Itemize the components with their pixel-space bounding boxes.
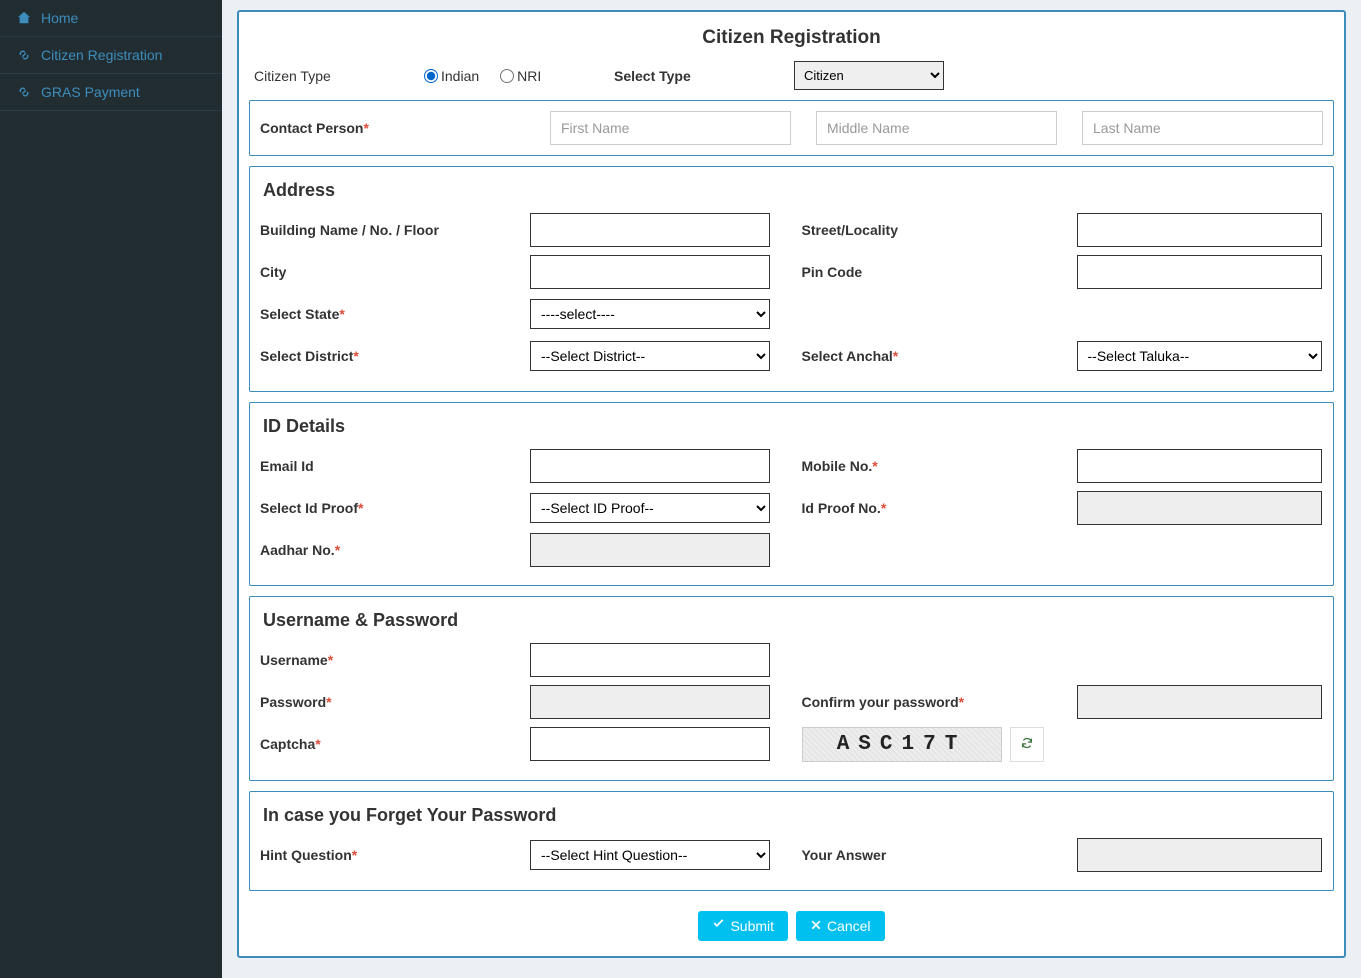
page-title: Citizen Registration xyxy=(249,22,1334,59)
hint-question-label: Hint Question* xyxy=(260,847,530,863)
mobile-label: Mobile No.* xyxy=(802,458,1077,474)
confirm-password-label: Confirm your password* xyxy=(802,694,1077,710)
username-password-section: Username & Password Username* Password* … xyxy=(249,596,1334,781)
forgot-password-title: In case you Forget Your Password xyxy=(260,802,1323,838)
id-details-section: ID Details Email Id Mobile No.* Select I… xyxy=(249,402,1334,586)
link-icon xyxy=(15,48,33,62)
registration-form: Citizen Registration Citizen Type Indian… xyxy=(237,10,1346,958)
district-select[interactable]: --Select District-- xyxy=(530,341,770,371)
password-input[interactable] xyxy=(530,685,770,719)
main-content: Citizen Registration Citizen Type Indian… xyxy=(222,0,1361,978)
email-input[interactable] xyxy=(530,449,770,483)
username-password-title: Username & Password xyxy=(260,607,1323,643)
email-label: Email Id xyxy=(260,458,530,474)
link-icon xyxy=(15,85,33,99)
id-proof-label: Select Id Proof* xyxy=(260,500,530,516)
id-proof-select[interactable]: --Select ID Proof-- xyxy=(530,493,770,523)
submit-button[interactable]: Submit xyxy=(698,911,788,941)
sidebar: Home Citizen Registration GRAS Payment xyxy=(0,0,222,978)
contact-section: Contact Person* xyxy=(249,100,1334,156)
radio-nri[interactable] xyxy=(500,69,514,83)
captcha-refresh-button[interactable] xyxy=(1010,727,1044,762)
first-name-input[interactable] xyxy=(550,111,791,145)
captcha-image: ASC17T xyxy=(802,727,1002,762)
middle-name-input[interactable] xyxy=(816,111,1057,145)
pin-input[interactable] xyxy=(1077,255,1322,289)
mobile-input[interactable] xyxy=(1077,449,1322,483)
refresh-icon xyxy=(1020,736,1034,753)
button-row: Submit Cancel xyxy=(249,901,1334,941)
select-type-label: Select Type xyxy=(614,68,794,84)
home-icon xyxy=(15,11,33,25)
contact-person-label: Contact Person* xyxy=(260,120,525,136)
captcha-label: Captcha* xyxy=(260,736,530,752)
username-input[interactable] xyxy=(530,643,770,677)
sidebar-item-label: Home xyxy=(41,10,207,26)
sidebar-item-label: Citizen Registration xyxy=(41,47,207,63)
radio-indian[interactable] xyxy=(424,69,438,83)
forgot-password-section: In case you Forget Your Password Hint Qu… xyxy=(249,791,1334,891)
sidebar-item-gras-payment[interactable]: GRAS Payment xyxy=(0,74,222,111)
citizen-type-row: Citizen Type Indian NRI Select Type Citi… xyxy=(249,59,1334,100)
district-label: Select District* xyxy=(260,348,530,364)
captcha-input[interactable] xyxy=(530,727,770,761)
aadhar-input xyxy=(530,533,770,567)
address-title: Address xyxy=(260,177,1323,213)
anchal-label: Select Anchal* xyxy=(802,348,1077,364)
check-icon xyxy=(712,918,725,934)
radio-indian-label[interactable]: Indian xyxy=(424,68,479,84)
sidebar-item-citizen-registration[interactable]: Citizen Registration xyxy=(0,37,222,74)
sidebar-item-home[interactable]: Home xyxy=(0,0,222,37)
aadhar-label: Aadhar No.* xyxy=(260,542,530,558)
building-input[interactable] xyxy=(530,213,770,247)
city-input[interactable] xyxy=(530,255,770,289)
anchal-select[interactable]: --Select Taluka-- xyxy=(1077,341,1322,371)
your-answer-label: Your Answer xyxy=(802,847,1077,863)
state-label: Select State* xyxy=(260,306,530,322)
id-proof-no-input xyxy=(1077,491,1322,525)
id-proof-no-label: Id Proof No.* xyxy=(802,500,1077,516)
cancel-button[interactable]: Cancel xyxy=(796,911,885,941)
last-name-input[interactable] xyxy=(1082,111,1323,145)
your-answer-input xyxy=(1077,838,1322,872)
street-label: Street/Locality xyxy=(802,222,1077,238)
id-details-title: ID Details xyxy=(260,413,1323,449)
password-label: Password* xyxy=(260,694,530,710)
city-label: City xyxy=(260,264,530,280)
address-section: Address Building Name / No. / Floor Stre… xyxy=(249,166,1334,392)
building-label: Building Name / No. / Floor xyxy=(260,222,530,238)
select-type-dropdown[interactable]: Citizen xyxy=(794,61,944,90)
citizen-type-label: Citizen Type xyxy=(254,68,424,84)
radio-nri-label[interactable]: NRI xyxy=(500,68,541,84)
hint-question-select[interactable]: --Select Hint Question-- xyxy=(530,840,770,870)
street-input[interactable] xyxy=(1077,213,1322,247)
sidebar-item-label: GRAS Payment xyxy=(41,84,207,100)
pin-label: Pin Code xyxy=(802,264,1077,280)
confirm-password-input[interactable] xyxy=(1077,685,1322,719)
close-icon xyxy=(810,918,822,934)
username-label: Username* xyxy=(260,652,530,668)
state-select[interactable]: ----select---- xyxy=(530,299,770,329)
